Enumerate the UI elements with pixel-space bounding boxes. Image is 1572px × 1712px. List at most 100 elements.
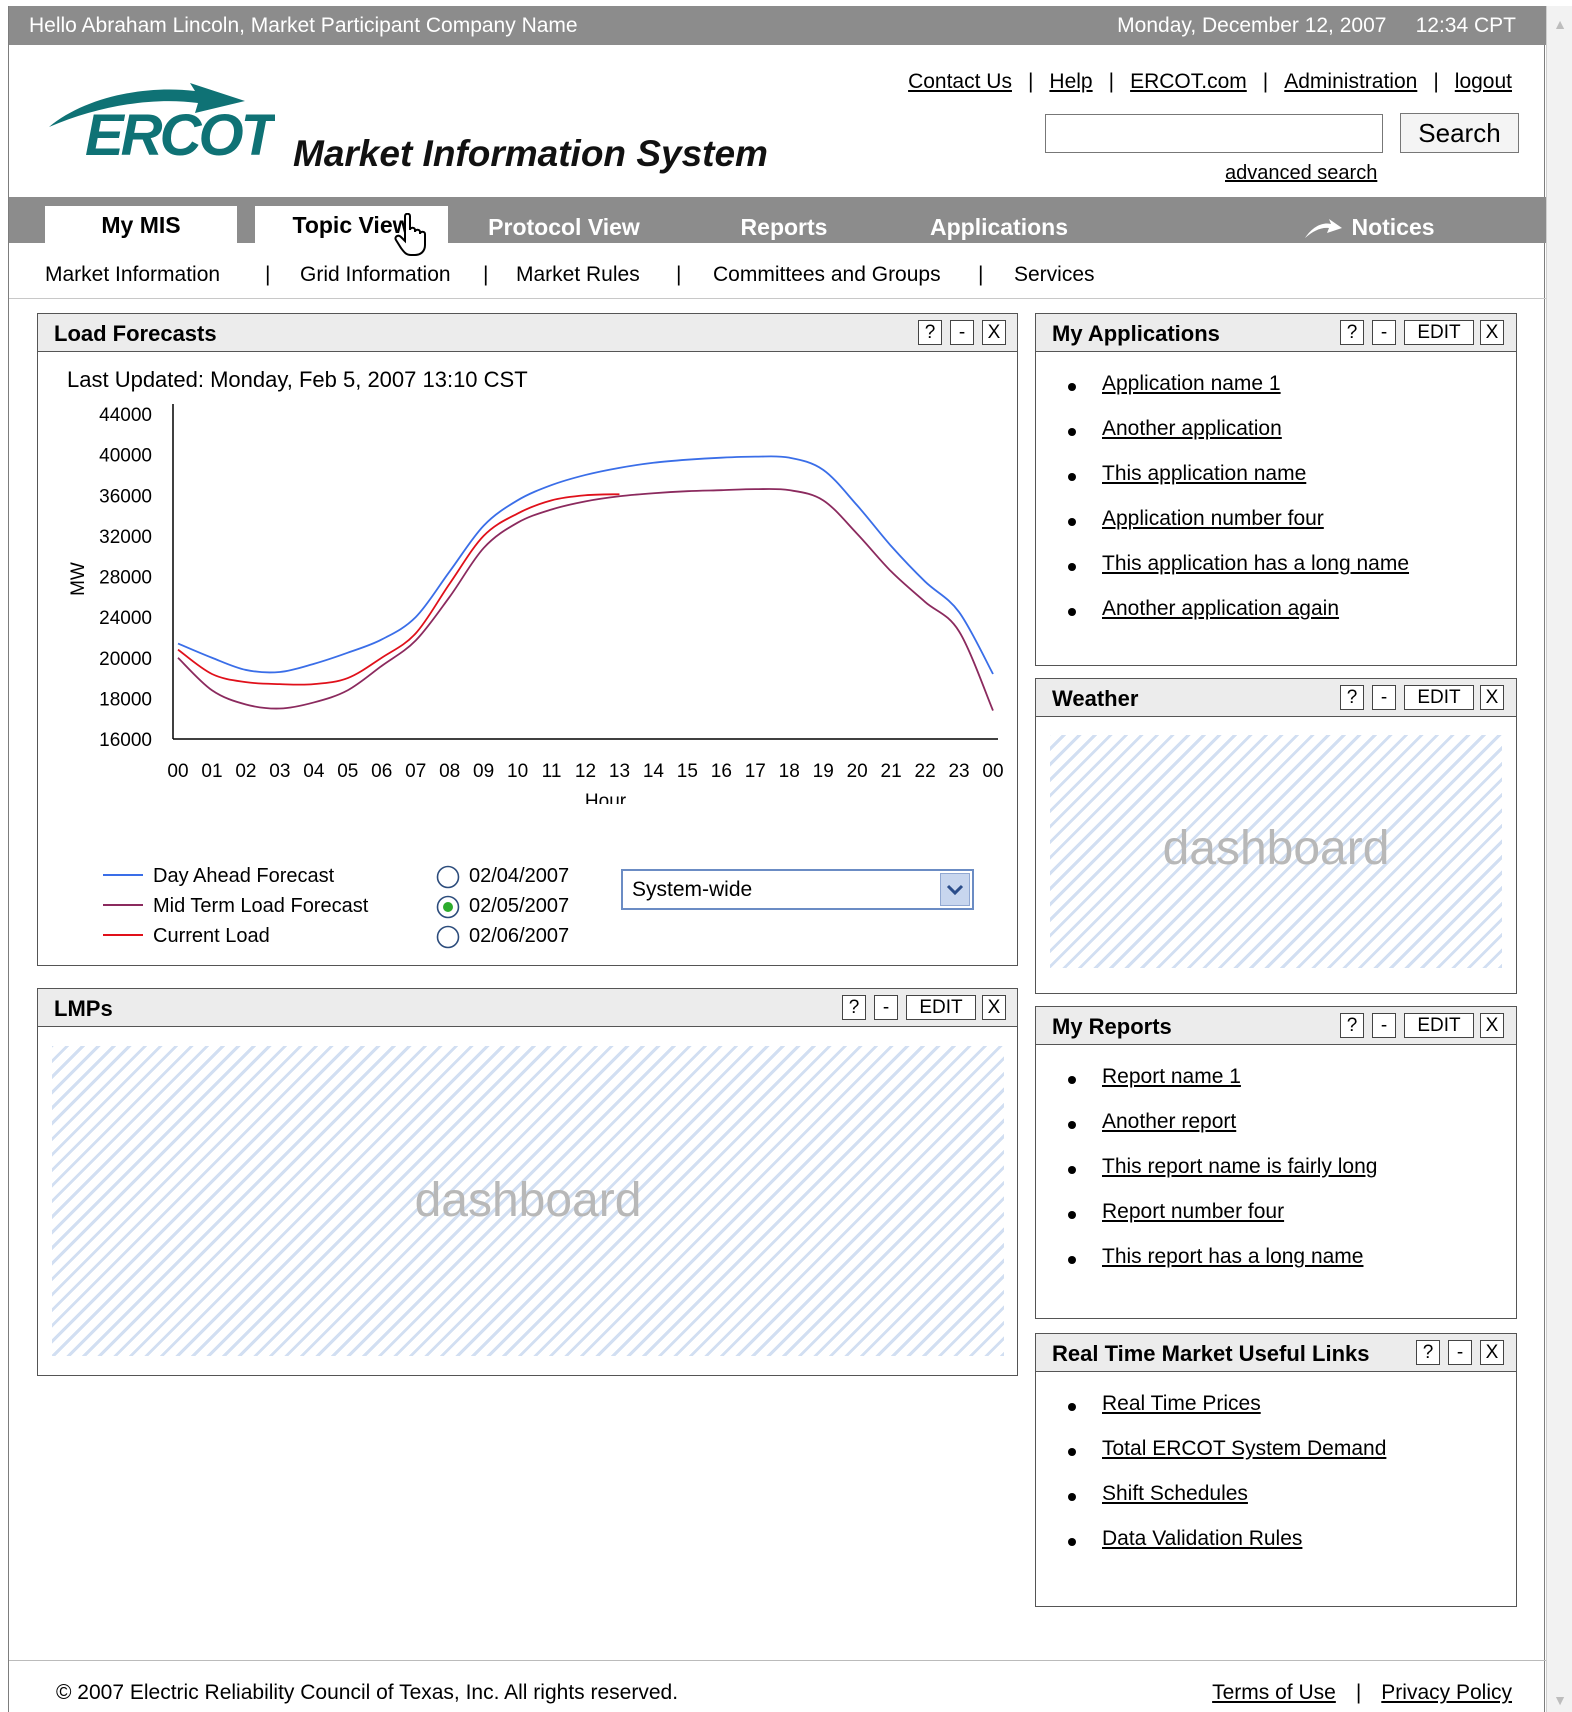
minimize-button[interactable]: - [1372, 320, 1396, 345]
rt-link[interactable]: Real Time Prices [1102, 1392, 1261, 1415]
edit-button[interactable]: EDIT [1404, 685, 1474, 710]
ercot-logo[interactable]: ERCOT [45, 75, 284, 175]
administration-link[interactable]: Administration [1284, 70, 1417, 93]
close-button[interactable]: X [1480, 1340, 1504, 1365]
help-link[interactable]: Help [1049, 70, 1092, 93]
lmps-dashboard-placeholder: dashboard [52, 1046, 1004, 1356]
advanced-search-link[interactable]: advanced search [1225, 162, 1377, 185]
minimize-button[interactable]: - [1448, 1340, 1472, 1365]
close-button[interactable]: X [1480, 1013, 1504, 1038]
application-link[interactable]: This application name [1102, 462, 1306, 485]
application-link[interactable]: Application number four [1102, 507, 1324, 530]
minimize-button[interactable]: - [874, 995, 898, 1020]
application-link[interactable]: Application name 1 [1102, 372, 1281, 395]
minimize-button[interactable]: - [1372, 685, 1396, 710]
applications-list: Application name 1 Another application T… [1068, 372, 1409, 642]
load-forecast-chart: 16000 18000 20000 24000 28000 32000 36000 40000… [68, 404, 1004, 804]
list-item: This application name [1068, 462, 1409, 507]
series-day-ahead [177, 455, 994, 675]
y-tick-label: 20000 [99, 649, 152, 670]
scroll-down-icon[interactable]: ▼ [1550, 1690, 1570, 1710]
tab-reports[interactable]: Reports [689, 212, 879, 243]
rt-link[interactable]: Total ERCOT System Demand [1102, 1437, 1386, 1460]
tab-my-mis[interactable]: My MIS [45, 206, 237, 246]
series-current-load [177, 493, 620, 686]
main-nav: My MIS Topic View Protocol View Reports … [9, 197, 1546, 246]
rt-link[interactable]: Shift Schedules [1102, 1482, 1248, 1505]
x-tick-label: 21 [881, 761, 902, 782]
edit-button[interactable]: EDIT [906, 995, 976, 1020]
report-link[interactable]: Report number four [1102, 1200, 1284, 1223]
report-link[interactable]: This report name is fairly long [1102, 1155, 1377, 1178]
weather-panel: Weather ? - EDIT X dashboard [1035, 678, 1517, 994]
application-link[interactable]: Another application [1102, 417, 1282, 440]
list-item: Data Validation Rules [1068, 1527, 1386, 1572]
edit-button[interactable]: EDIT [1404, 320, 1474, 345]
panel-title: Real Time Market Useful Links [1052, 1341, 1370, 1366]
close-button[interactable]: X [1480, 320, 1504, 345]
minimize-button[interactable]: - [1372, 1013, 1396, 1038]
x-tick-label: 02 [235, 761, 256, 782]
radio-date-1-label[interactable]: 02/04/2007 [469, 865, 569, 888]
date-radio-group[interactable] [436, 865, 462, 955]
report-link[interactable]: Another report [1102, 1110, 1236, 1133]
radio-date-2-label[interactable]: 02/05/2007 [469, 895, 569, 918]
list-item: Application name 1 [1068, 372, 1409, 417]
list-item: This report has a long name [1068, 1245, 1377, 1290]
y-tick-label: 24000 [99, 608, 152, 629]
subnav-market-information[interactable]: Market Information [45, 263, 220, 287]
y-tick-label: 36000 [99, 486, 152, 507]
y-tick-label: 16000 [99, 730, 152, 751]
sub-nav: Market Information | Grid Information | … [9, 243, 1546, 299]
contact-us-link[interactable]: Contact Us [908, 70, 1012, 93]
application-link[interactable]: This application has a long name [1102, 552, 1409, 575]
subnav-committees-and-groups[interactable]: Committees and Groups [713, 263, 941, 287]
help-button[interactable]: ? [1340, 1013, 1364, 1038]
chevron-down-icon[interactable] [940, 873, 970, 906]
help-button[interactable]: ? [1340, 685, 1364, 710]
x-tick-label: 06 [371, 761, 392, 782]
y-axis-label: MW [68, 562, 89, 596]
legend-mid-term: Mid Term Load Forecast [153, 895, 369, 917]
tab-notices[interactable]: Notices [1289, 212, 1449, 243]
radio-date-3 [436, 925, 460, 949]
x-tick-label: 00 [982, 761, 1003, 782]
subnav-grid-information[interactable]: Grid Information [300, 263, 451, 287]
radio-date-3-label[interactable]: 02/06/2007 [469, 925, 569, 948]
help-button[interactable]: ? [1416, 1340, 1440, 1365]
ercot-com-link[interactable]: ERCOT.com [1130, 70, 1247, 93]
edit-button[interactable]: EDIT [1404, 1013, 1474, 1038]
region-select[interactable]: System-wide [621, 869, 974, 910]
report-link[interactable]: This report has a long name [1102, 1245, 1363, 1268]
subnav-sep: | [978, 263, 984, 286]
footer: © 2007 Electric Reliability Council of T… [9, 1660, 1546, 1712]
terms-of-use-link[interactable]: Terms of Use [1212, 1681, 1336, 1704]
help-button[interactable]: ? [918, 320, 942, 345]
panel-header: My Applications ? - EDIT X [1036, 314, 1516, 352]
tab-protocol-view[interactable]: Protocol View [464, 212, 664, 243]
close-button[interactable]: X [982, 995, 1006, 1020]
subnav-services[interactable]: Services [1014, 263, 1095, 287]
panel-header: LMPs ? - EDIT X [38, 989, 1017, 1027]
subnav-market-rules[interactable]: Market Rules [516, 263, 640, 287]
x-tick-label: 08 [439, 761, 460, 782]
close-button[interactable]: X [1480, 685, 1504, 710]
close-button[interactable]: X [982, 320, 1006, 345]
logout-link[interactable]: logout [1455, 70, 1512, 93]
report-link[interactable]: Report name 1 [1102, 1065, 1241, 1088]
help-button[interactable]: ? [842, 995, 866, 1020]
weather-dashboard-placeholder: dashboard [1050, 735, 1502, 968]
search-input[interactable] [1045, 114, 1383, 153]
help-button[interactable]: ? [1340, 320, 1364, 345]
panel-header: Real Time Market Useful Links ? - X [1036, 1334, 1516, 1372]
tab-applications[interactable]: Applications [894, 212, 1104, 243]
vertical-scrollbar[interactable]: ▲ ▼ [1546, 6, 1572, 1712]
privacy-policy-link[interactable]: Privacy Policy [1381, 1681, 1512, 1704]
subnav-sep: | [676, 263, 682, 286]
scroll-up-icon[interactable]: ▲ [1550, 14, 1570, 34]
search-button[interactable]: Search [1400, 113, 1519, 153]
minimize-button[interactable]: - [950, 320, 974, 345]
my-reports-panel: My Reports ? - EDIT X Report name 1 Anot… [1035, 1006, 1517, 1319]
rt-link[interactable]: Data Validation Rules [1102, 1527, 1302, 1550]
application-link[interactable]: Another application again [1102, 597, 1339, 620]
